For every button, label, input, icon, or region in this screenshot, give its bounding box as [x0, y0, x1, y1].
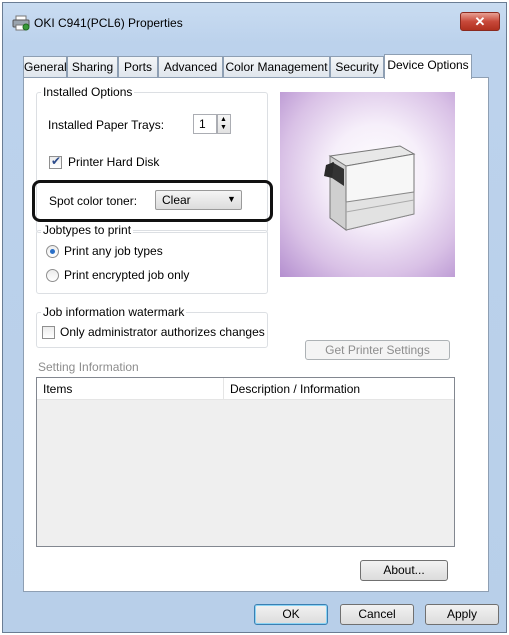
radio-print-encrypted[interactable]: [46, 269, 59, 282]
about-button[interactable]: About...: [360, 560, 448, 581]
admin-authorizes-label: Only administrator authorizes changes: [60, 325, 265, 339]
jobtypes-legend: Jobtypes to print: [41, 223, 134, 237]
list-header: Items Description / Information: [37, 378, 454, 400]
printer-hard-disk-checkbox[interactable]: [49, 154, 62, 169]
paper-trays-value: 1: [199, 117, 206, 131]
spin-down-icon[interactable]: ▼: [220, 124, 227, 131]
column-description[interactable]: Description / Information: [230, 382, 360, 396]
watermark-legend: Job information watermark: [41, 305, 187, 319]
device-options-panel: Installed Options Installed Paper Trays:…: [23, 77, 489, 592]
tab-device-options[interactable]: Device Options: [384, 54, 472, 79]
printer-preview: [280, 92, 455, 277]
apply-button[interactable]: Apply: [425, 604, 499, 625]
chevron-down-icon: ▼: [227, 194, 236, 204]
radio-print-any[interactable]: [46, 245, 59, 258]
paper-trays-label: Installed Paper Trays:: [48, 118, 165, 132]
column-separator[interactable]: [223, 378, 224, 400]
paper-trays-stepper[interactable]: 1: [193, 114, 217, 134]
setting-information-heading: Setting Information: [38, 360, 139, 374]
print-encrypted-label: Print encrypted job only: [64, 268, 190, 282]
printer-illustration: [324, 145, 416, 231]
window-title: OKI C941(PCL6) Properties: [34, 16, 183, 30]
ok-button[interactable]: OK: [254, 604, 328, 625]
tab-general[interactable]: General: [23, 56, 67, 78]
admin-authorizes-checkbox[interactable]: [42, 326, 55, 339]
tab-advanced[interactable]: Advanced: [158, 56, 223, 78]
spot-color-select[interactable]: Clear ▼: [155, 190, 242, 210]
cancel-button[interactable]: Cancel: [340, 604, 414, 625]
spot-color-label: Spot color toner:: [49, 194, 138, 208]
close-icon: ✕: [474, 14, 486, 29]
print-any-label: Print any job types: [64, 244, 163, 258]
tab-sharing[interactable]: Sharing: [67, 56, 118, 78]
close-button[interactable]: ✕: [460, 12, 500, 31]
column-items[interactable]: Items: [43, 382, 72, 396]
get-printer-settings-button[interactable]: Get Printer Settings: [305, 340, 450, 360]
tab-ports[interactable]: Ports: [118, 56, 158, 78]
properties-dialog: OKI C941(PCL6) Properties ✕ General Shar…: [2, 2, 507, 633]
printer-hard-disk-label: Printer Hard Disk: [68, 155, 160, 169]
paper-trays-spin-buttons[interactable]: ▲ ▼: [217, 114, 231, 134]
printer-icon: [12, 15, 30, 31]
title-bar[interactable]: OKI C941(PCL6) Properties ✕: [3, 3, 506, 43]
setting-information-list[interactable]: Items Description / Information: [36, 377, 455, 547]
spot-color-value: Clear: [162, 193, 191, 207]
tab-color-management[interactable]: Color Management: [223, 56, 330, 78]
installed-options-legend: Installed Options: [41, 85, 135, 99]
tab-security[interactable]: Security: [330, 56, 384, 78]
spin-up-icon[interactable]: ▲: [220, 116, 227, 123]
jobtypes-group: Jobtypes to print: [36, 223, 268, 294]
